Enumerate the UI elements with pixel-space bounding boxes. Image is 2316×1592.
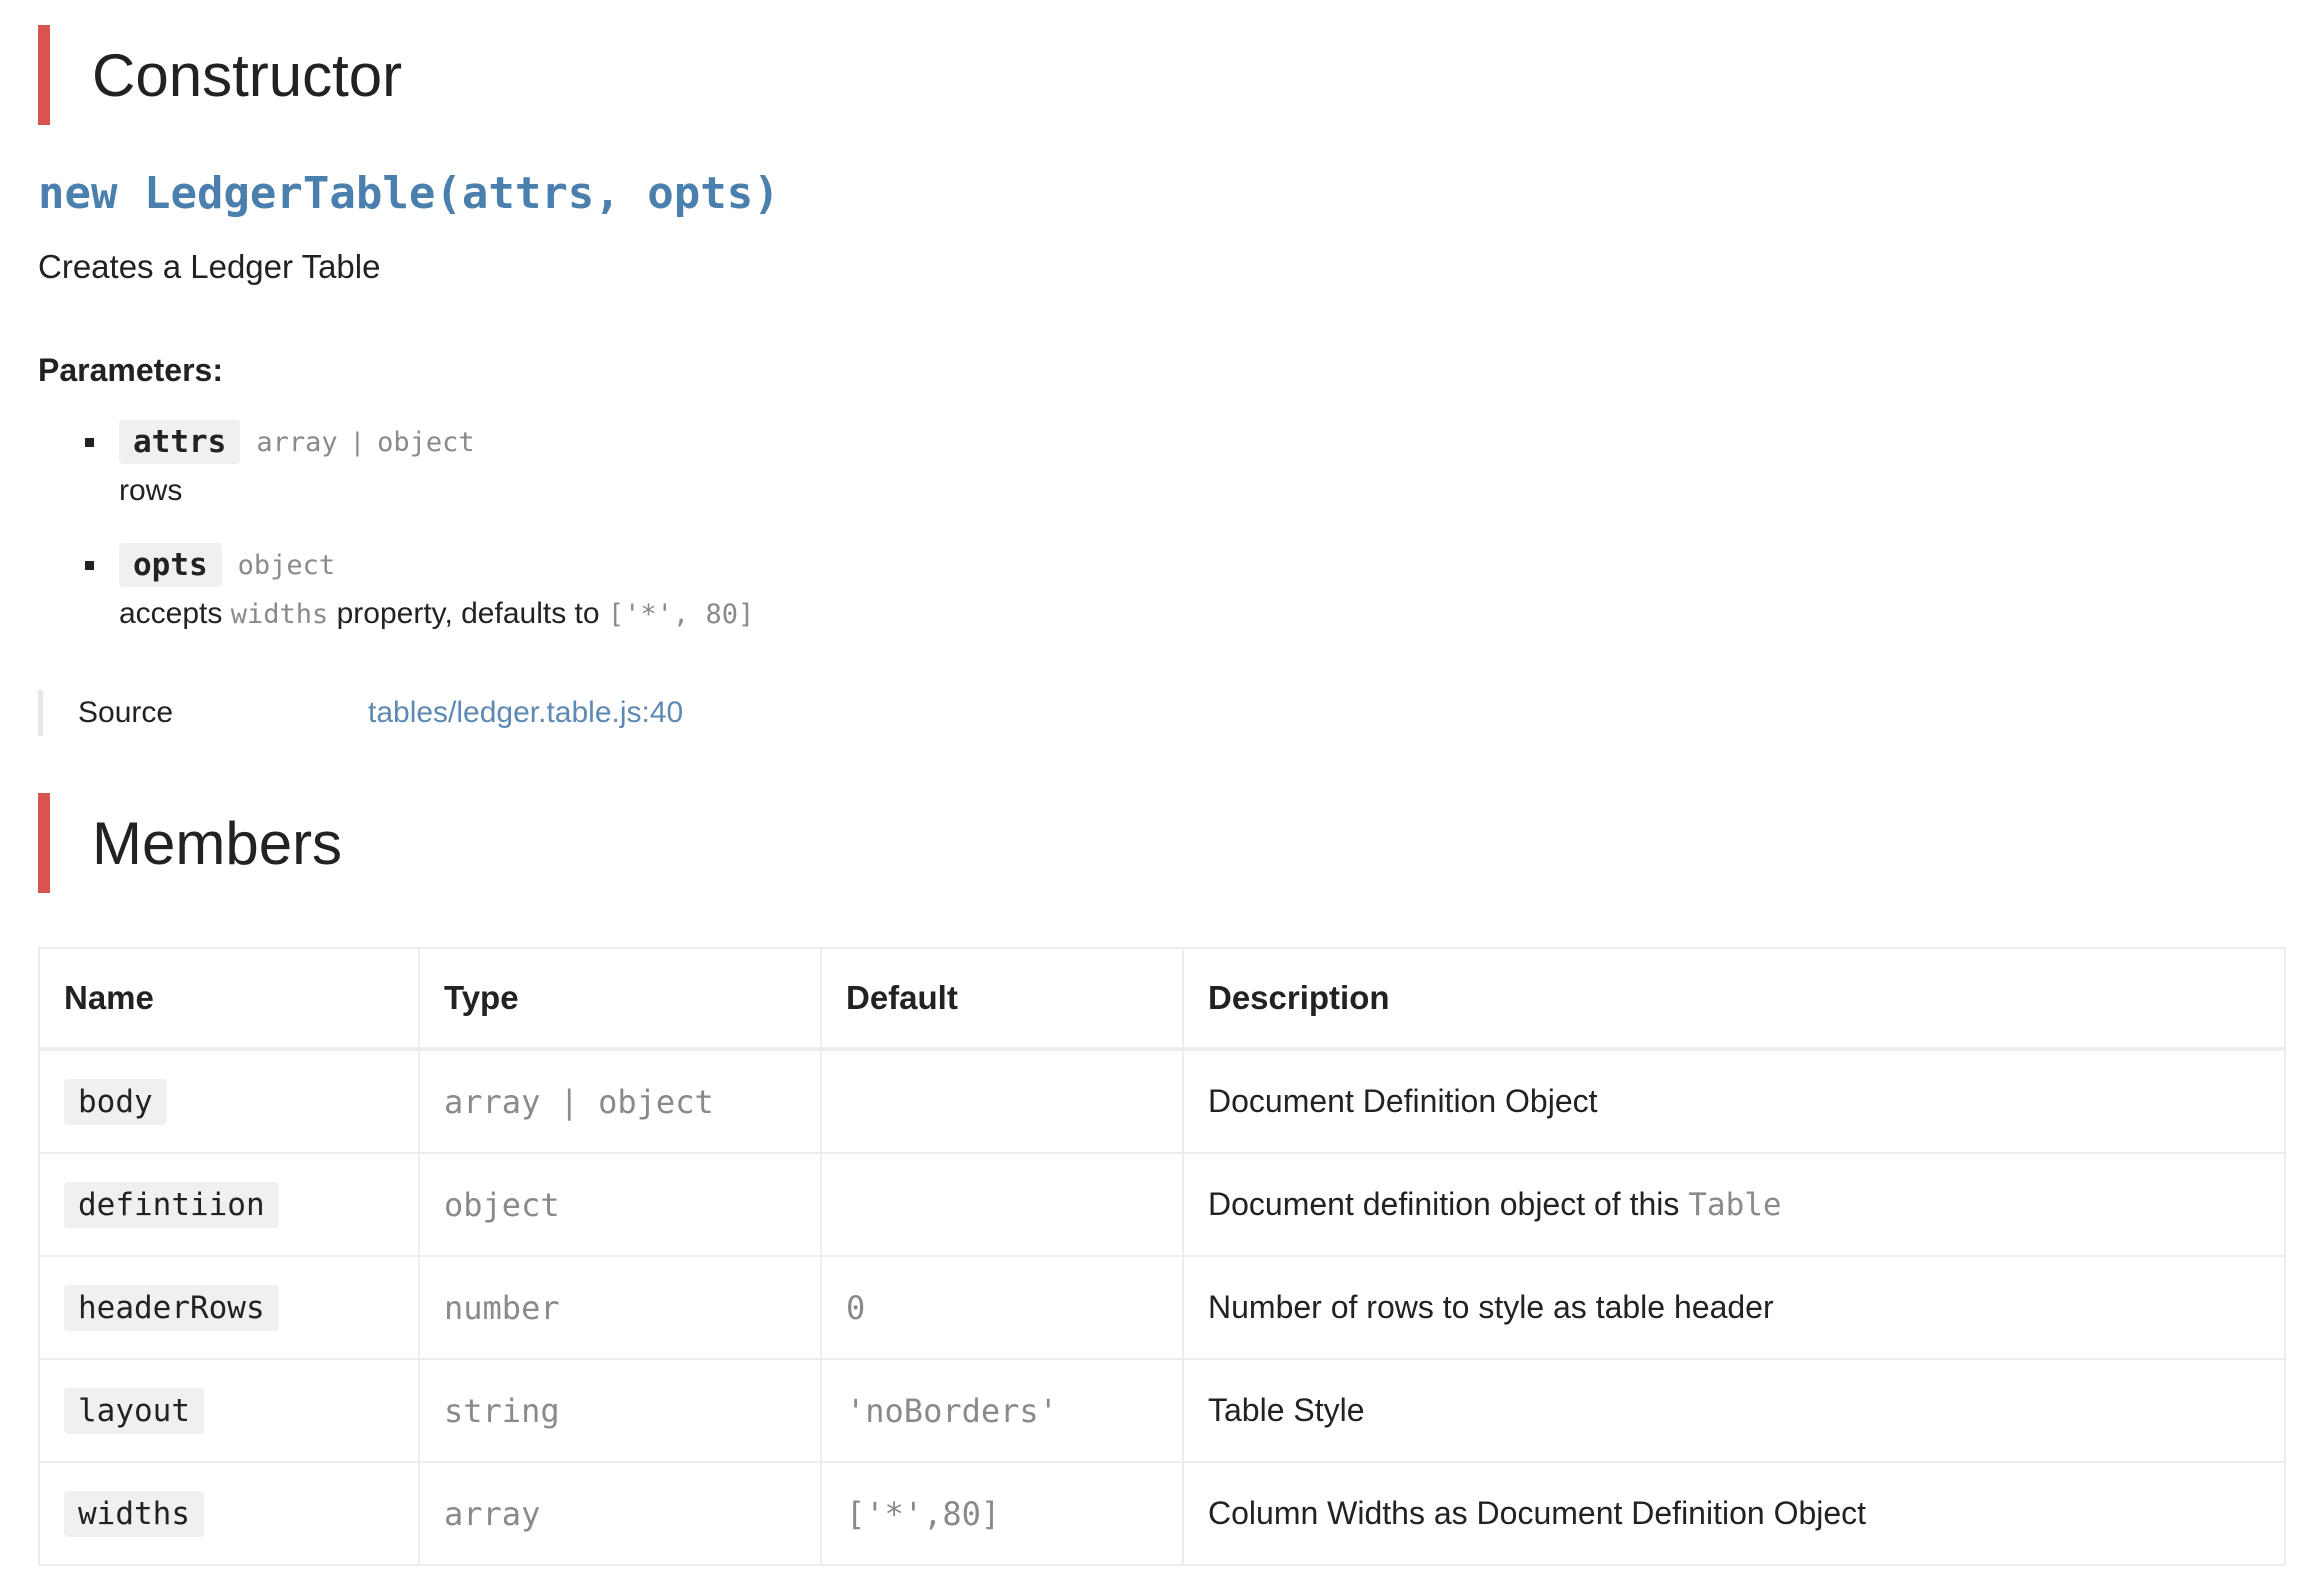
- param-type: array | object: [256, 427, 474, 458]
- param-name: opts: [119, 543, 222, 587]
- bullet-icon: [85, 437, 94, 447]
- source-label: Source: [78, 696, 174, 729]
- cell-default: [820, 1152, 1184, 1257]
- column-header-description: Description: [1182, 947, 2286, 1051]
- member-name: defintiion: [64, 1181, 279, 1228]
- cell-description: Column Widths as Document Definition Obj…: [1182, 1461, 2286, 1566]
- constructor-heading: Constructor: [38, 25, 402, 125]
- param-type-a: array: [256, 426, 338, 458]
- table-row: body array | object Document Definition …: [38, 1048, 2286, 1154]
- column-header-type: Type: [418, 947, 822, 1051]
- param-name: attrs: [119, 420, 241, 464]
- members-heading-text: Members: [92, 809, 343, 877]
- source-row: Source tables/ledger.table.js:40: [38, 690, 683, 736]
- member-name: layout: [64, 1387, 204, 1434]
- param-type-b: object: [377, 426, 475, 458]
- source-link[interactable]: tables/ledger.table.js:40: [368, 696, 683, 730]
- bullet-icon: [85, 560, 94, 570]
- cell-name: widths: [38, 1461, 420, 1566]
- cell-name: defintiion: [38, 1152, 420, 1257]
- cell-type: object: [418, 1152, 822, 1257]
- members-table: Name Type Default Description body array…: [38, 947, 2286, 1566]
- column-header-name: Name: [38, 947, 420, 1051]
- param-desc-prefix: accepts: [119, 597, 223, 630]
- members-heading: Members: [38, 793, 342, 893]
- table-header-row: Name Type Default Description: [38, 947, 2286, 1051]
- cell-default: 0: [820, 1255, 1184, 1360]
- param-type: object: [237, 549, 336, 581]
- param-type-separator: |: [353, 426, 361, 457]
- param-desc-code: widths: [230, 599, 329, 630]
- table-row: widths array ['*',80] Column Widths as D…: [38, 1461, 2286, 1566]
- cell-type: number: [418, 1255, 822, 1360]
- param-description: rows: [119, 474, 183, 507]
- param-description: accepts widths property, defaults to ['*…: [119, 597, 754, 631]
- cell-default: ['*',80]: [820, 1461, 1184, 1566]
- cell-type: string: [418, 1358, 822, 1463]
- cell-default: [820, 1048, 1184, 1154]
- cell-description-code: Table: [1688, 1187, 1782, 1223]
- cell-description-text: Document definition object of this: [1208, 1186, 1680, 1222]
- table-row: layout string 'noBorders' Table Style: [38, 1358, 2286, 1463]
- cell-description: Document definition object of this Table: [1182, 1152, 2286, 1257]
- constructor-signature: new LedgerTable(attrs, opts): [38, 168, 780, 219]
- cell-type: array | object: [418, 1048, 822, 1154]
- member-name: widths: [64, 1490, 204, 1537]
- constructor-description: Creates a Ledger Table: [38, 248, 381, 285]
- cell-name: body: [38, 1048, 420, 1154]
- cell-default: 'noBorders': [820, 1358, 1184, 1463]
- param-item-attrs: attrs array | object rows: [85, 420, 475, 508]
- cell-description: Document Definition Object: [1182, 1048, 2286, 1154]
- column-header-default: Default: [820, 947, 1184, 1051]
- param-item-opts: opts object accepts widths property, def…: [85, 543, 754, 631]
- member-name: headerRows: [64, 1284, 279, 1331]
- cell-name: headerRows: [38, 1255, 420, 1360]
- cell-name: layout: [38, 1358, 420, 1463]
- param-desc-middle: property, defaults to: [336, 597, 600, 630]
- table-row: defintiion object Document definition ob…: [38, 1152, 2286, 1257]
- constructor-heading-text: Constructor: [92, 41, 403, 109]
- table-row: headerRows number 0 Number of rows to st…: [38, 1255, 2286, 1360]
- cell-type: array: [418, 1461, 822, 1566]
- param-desc-default: ['*', 80]: [607, 599, 755, 630]
- member-name: body: [64, 1078, 167, 1125]
- cell-description: Number of rows to style as table header: [1182, 1255, 2286, 1360]
- parameters-title: Parameters:: [38, 352, 223, 388]
- cell-description: Table Style: [1182, 1358, 2286, 1463]
